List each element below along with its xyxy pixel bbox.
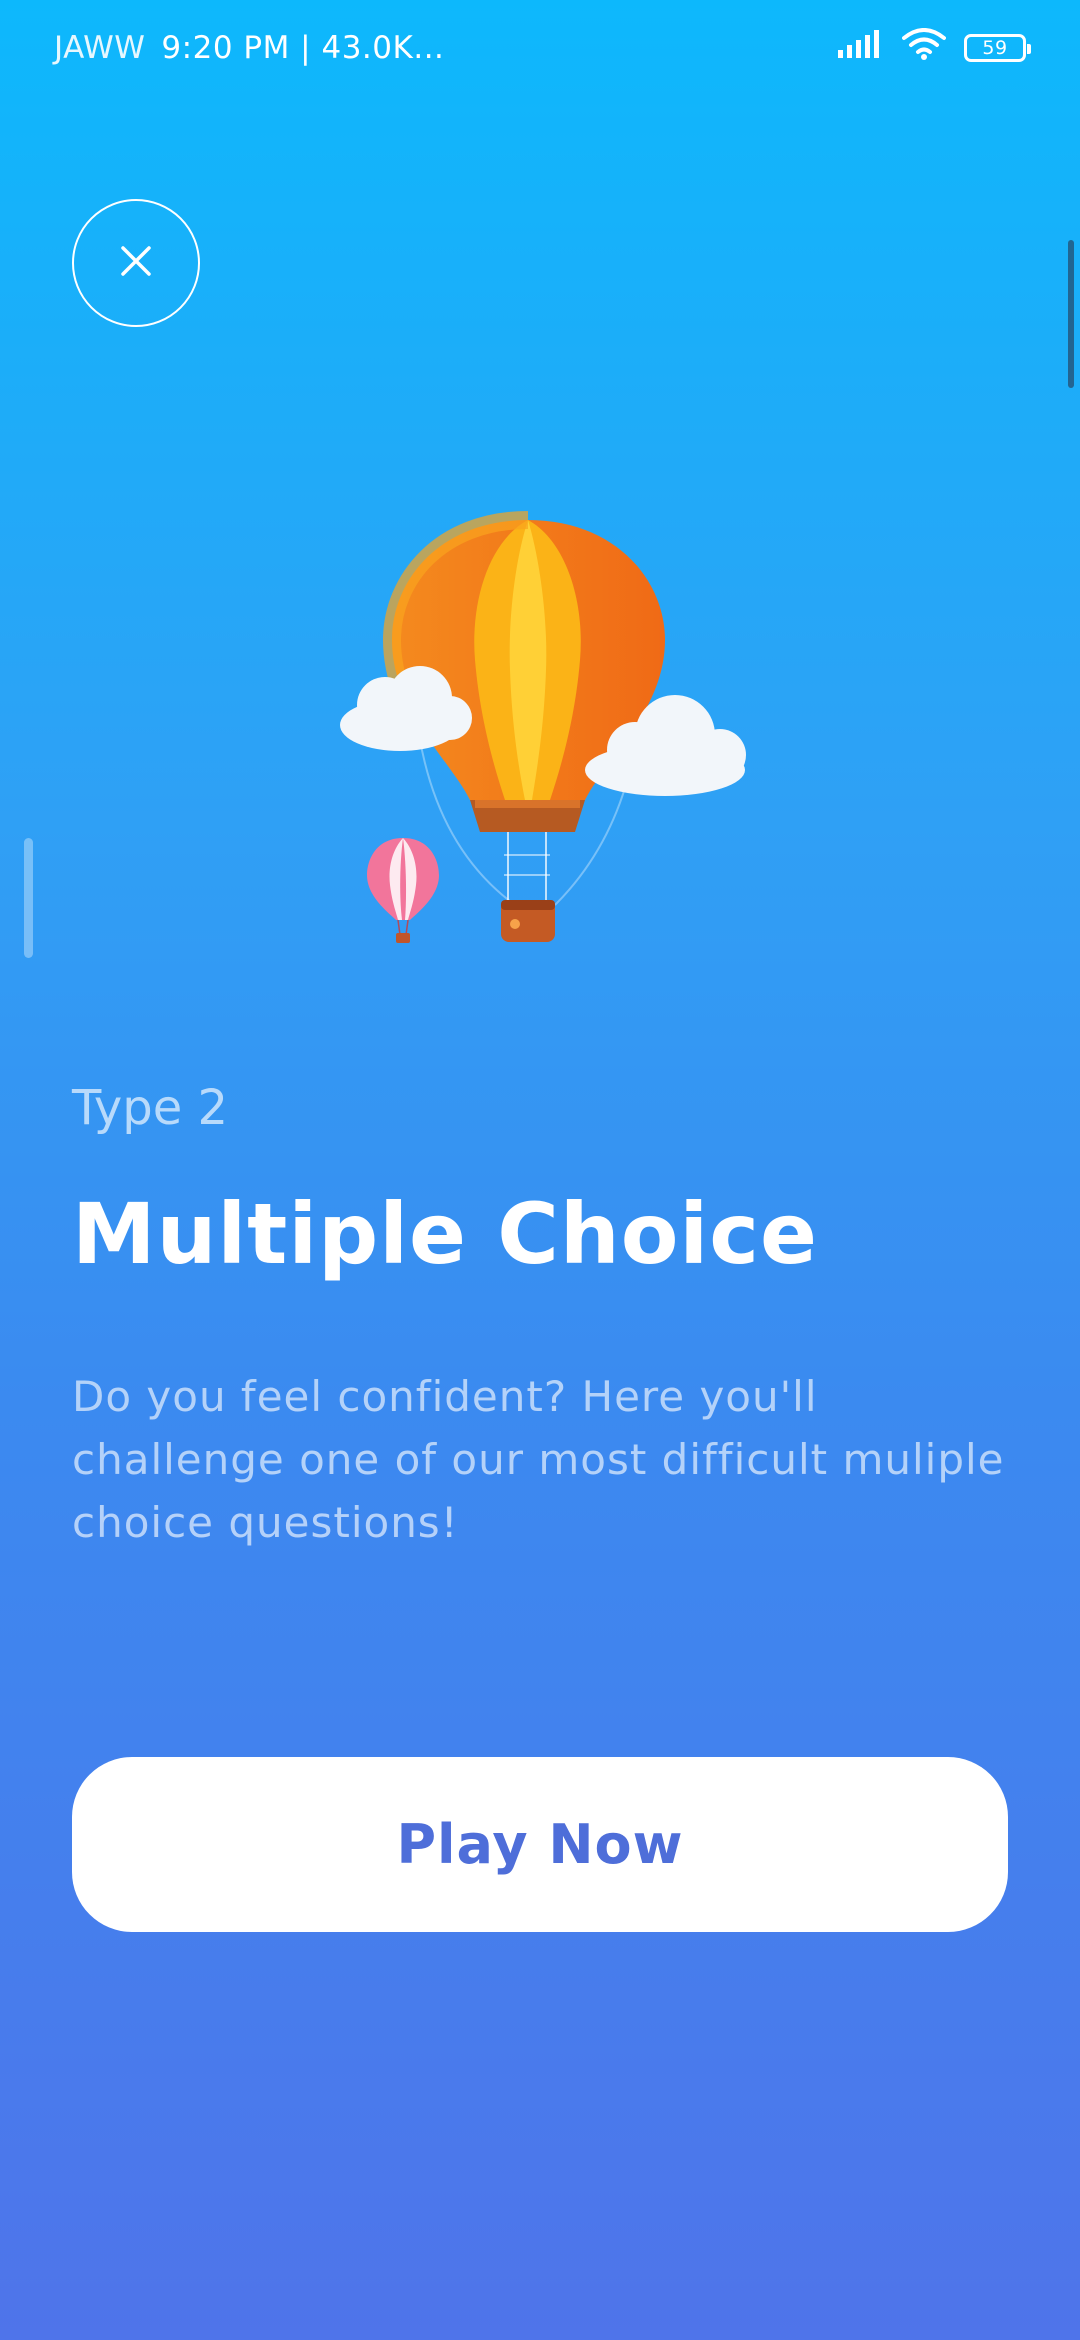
hot-air-balloon-illustration [310, 500, 770, 960]
scroll-indicator-right [1068, 240, 1074, 388]
battery-level: 59 [982, 37, 1008, 59]
page-title: Multiple Choice [72, 1185, 818, 1283]
carrier-label: JAWW [54, 30, 146, 66]
type-label: Type 2 [72, 1080, 229, 1136]
close-icon [119, 244, 153, 282]
status-right: 59 [836, 28, 1031, 68]
close-button[interactable] [72, 199, 200, 327]
status-bar: JAWW 9:20 PM | 43.0K... 59 [0, 0, 1080, 96]
scroll-indicator-left [24, 838, 33, 958]
play-now-button[interactable]: Play Now [72, 1757, 1008, 1932]
signal-icon [836, 30, 884, 66]
battery-icon: 59 [964, 34, 1031, 62]
wifi-icon [902, 28, 946, 68]
description-text: Do you feel confident? Here you'll chall… [72, 1372, 1005, 1547]
status-info: 9:20 PM | 43.0K... [161, 30, 445, 66]
status-left: JAWW 9:20 PM | 43.0K... [54, 30, 444, 66]
